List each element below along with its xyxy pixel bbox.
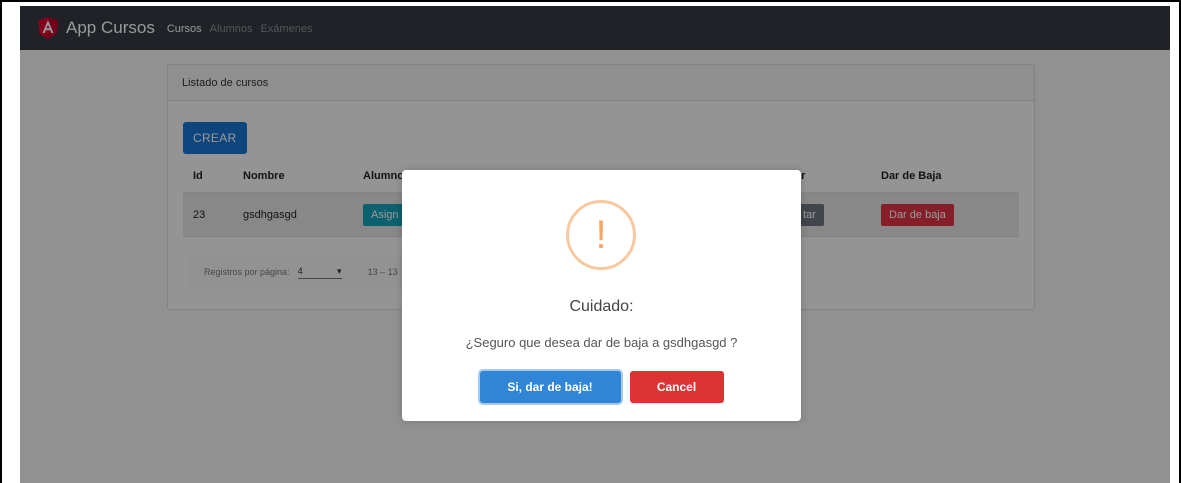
warning-icon: ! [566, 200, 636, 270]
warning-glyph: ! [595, 213, 607, 257]
dialog-message: ¿Seguro que desea dar de baja a gsdhgasg… [465, 335, 738, 350]
app-shell: App Cursos Cursos Alumnos Exámenes Lista… [20, 6, 1170, 483]
screenshot-frame: App Cursos Cursos Alumnos Exámenes Lista… [0, 0, 1181, 483]
confirm-dialog: ! Cuidado: ¿Seguro que desea dar de baja… [402, 170, 801, 421]
dialog-actions: Si, dar de baja! Cancel [402, 371, 801, 403]
cancel-button[interactable]: Cancel [629, 371, 724, 403]
confirm-button[interactable]: Si, dar de baja! [479, 371, 621, 403]
dialog-title: Cuidado: [569, 298, 634, 315]
